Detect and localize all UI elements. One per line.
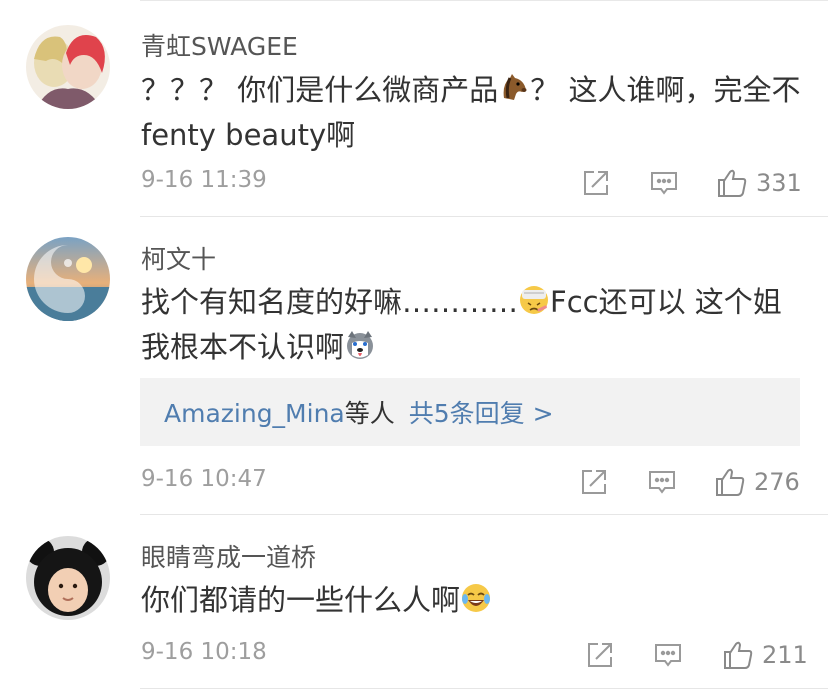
username[interactable]: 眼睛弯成一道桥 <box>141 538 316 574</box>
share-icon <box>584 171 608 195</box>
like-count: 276 <box>754 468 800 496</box>
thumbs-up-icon <box>718 169 747 197</box>
comment-feed: 青虹SWAGEE ？？？ 你们是什么微商产品？ 这人谁啊，完全不fenty be… <box>0 0 828 690</box>
share-button[interactable] <box>580 462 608 502</box>
comment-button[interactable] <box>654 635 682 675</box>
reply-summary[interactable]: Amazing_Mina等人 共5条回复 > <box>140 378 800 446</box>
like-count: 211 <box>762 641 808 669</box>
timestamp: 9-16 10:18 <box>141 639 267 665</box>
username[interactable]: 柯文十 <box>141 240 216 276</box>
reply-users-suffix: 等人 <box>344 399 395 428</box>
thumbs-up-icon <box>716 468 745 496</box>
share-icon <box>582 470 606 494</box>
comment-text-part: ？？？ 你们是什么微商产品 <box>141 73 499 107</box>
reply-summary-text: Amazing_Mina等人 共5条回复 > <box>164 394 554 430</box>
comment-icon <box>655 644 681 667</box>
divider <box>140 514 828 515</box>
comment-meta: 9-16 10:18 211 <box>0 635 828 675</box>
comment-text: 找个有知名度的好嘛………… Fcc还可以 这个姐我根本不认识啊 <box>141 280 801 370</box>
comment-text-part: 你们都请的一些什么人啊 <box>141 583 461 617</box>
avatar[interactable] <box>26 25 110 109</box>
divider <box>140 688 828 689</box>
comment-text-part: 找个有知名度的好嘛………… <box>141 285 519 319</box>
thumbs-up-icon <box>724 641 753 669</box>
comment-text: 你们都请的一些什么人啊 <box>141 578 801 623</box>
username[interactable]: 青虹SWAGEE <box>141 27 298 63</box>
divider <box>140 0 828 1</box>
horse-face-emoji-icon <box>498 72 530 104</box>
like-count: 331 <box>756 169 802 197</box>
comment-meta: 9-16 11:39 331 <box>0 163 828 203</box>
timestamp: 9-16 11:39 <box>141 167 267 193</box>
comment-icon <box>649 471 675 494</box>
share-icon <box>588 643 612 667</box>
avatar[interactable] <box>26 237 110 321</box>
comment-text: ？？？ 你们是什么微商产品？ 这人谁啊，完全不fenty beauty啊 <box>141 68 801 158</box>
laughing-crying-emoji-icon <box>460 582 492 614</box>
sick-face-emoji-icon <box>518 284 550 316</box>
husky-dog-emoji-icon <box>344 329 376 361</box>
reply-users-link[interactable]: Amazing_Mina <box>164 399 345 428</box>
avatar[interactable] <box>26 536 110 620</box>
comment-meta: 9-16 10:47 276 <box>0 462 828 502</box>
divider <box>140 216 828 217</box>
reply-count-link[interactable]: 共5条回复 > <box>409 399 554 428</box>
share-button[interactable] <box>586 635 614 675</box>
comment-button[interactable] <box>650 163 678 203</box>
comment-icon <box>651 172 677 195</box>
like-button[interactable]: 331 <box>716 163 802 203</box>
share-button[interactable] <box>582 163 610 203</box>
like-button[interactable]: 211 <box>722 635 808 675</box>
comment-button[interactable] <box>648 462 676 502</box>
timestamp: 9-16 10:47 <box>141 466 267 492</box>
like-button[interactable]: 276 <box>714 462 800 502</box>
